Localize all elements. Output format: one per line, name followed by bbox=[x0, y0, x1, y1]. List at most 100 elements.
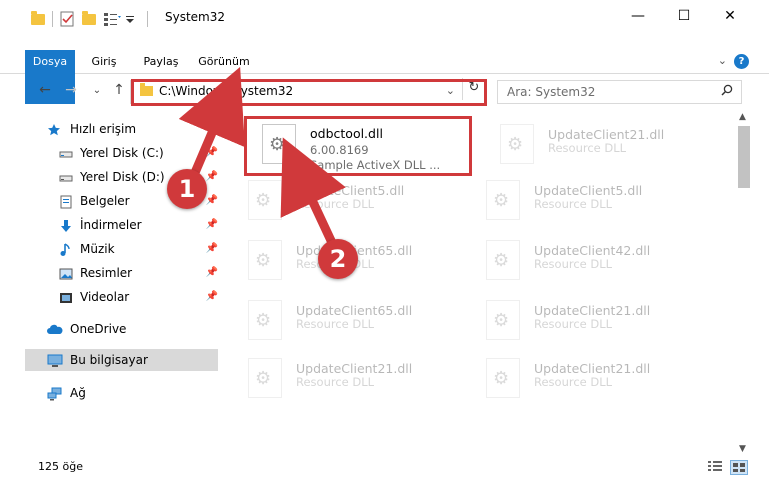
back-arrow-icon[interactable]: ← bbox=[36, 82, 54, 102]
list-item[interactable]: ⚙ UpdateClient21.dll Resource DLL bbox=[232, 352, 452, 406]
sidebar-item-music[interactable]: Müzik 📌 bbox=[25, 238, 218, 260]
file-highlight bbox=[244, 116, 472, 176]
customize-toolbar-icon[interactable] bbox=[125, 11, 141, 27]
sidebar-item-label: Yerel Disk (C:) bbox=[80, 146, 164, 160]
tiles-view-icon[interactable] bbox=[730, 460, 748, 475]
cloud-icon bbox=[47, 322, 63, 336]
file-description: Resource DLL bbox=[534, 317, 613, 331]
expand-ribbon-icon[interactable]: ⌄ bbox=[718, 54, 727, 67]
sidebar-item-label: İndirmeler bbox=[80, 218, 142, 232]
file-description: Resource DLL bbox=[534, 197, 613, 211]
search-input[interactable]: Ara: System32 bbox=[507, 85, 595, 99]
sidebar-item-pictures[interactable]: Resimler 📌 bbox=[25, 262, 218, 284]
pin-icon[interactable]: 📌 bbox=[206, 214, 218, 236]
file-description: Resource DLL bbox=[296, 317, 375, 331]
sidebar-item-label: Hızlı erişim bbox=[70, 122, 137, 136]
step-marker-2: 2 bbox=[318, 239, 358, 279]
list-item[interactable]: ⚙ UpdateClient5.dll Resource DLL bbox=[232, 174, 452, 228]
navigation-pane: Hızlı erişim Yerel Disk (C:) 📌 Yerel Dis… bbox=[25, 118, 218, 448]
pin-icon[interactable]: 📌 bbox=[206, 166, 218, 188]
pin-icon[interactable]: 📌 bbox=[206, 262, 218, 284]
search-icon[interactable] bbox=[721, 84, 733, 99]
music-icon bbox=[59, 242, 73, 256]
sidebar-item-quick-access[interactable]: Hızlı erişim bbox=[25, 118, 218, 140]
sidebar-item-network[interactable]: Ağ bbox=[25, 382, 218, 404]
dll-file-icon: ⚙ bbox=[486, 300, 520, 340]
dll-file-icon: ⚙ bbox=[248, 300, 282, 340]
pictures-icon bbox=[59, 266, 73, 280]
pin-icon[interactable]: 📌 bbox=[206, 286, 218, 308]
file-description: Resource DLL bbox=[296, 375, 375, 389]
file-name: UpdateClient5.dll bbox=[296, 183, 405, 198]
list-item[interactable]: ⚙ UpdateClient5.dll Resource DLL bbox=[470, 174, 690, 228]
maximize-button[interactable]: ☐ bbox=[661, 0, 707, 32]
folder-icon bbox=[30, 11, 46, 27]
title-bar: System32 — ☐ ✕ bbox=[0, 0, 769, 36]
window-title: System32 bbox=[165, 10, 226, 24]
close-button[interactable]: ✕ bbox=[707, 0, 753, 32]
tab-home[interactable]: Giriş bbox=[82, 50, 126, 73]
properties-icon[interactable] bbox=[59, 11, 75, 27]
sidebar-item-onedrive[interactable]: OneDrive bbox=[25, 318, 218, 340]
scroll-up-icon[interactable]: ▲ bbox=[739, 112, 746, 122]
help-button[interactable]: ? bbox=[734, 54, 749, 69]
list-item[interactable]: ⚙ UpdateClient21.dll Resource DLL bbox=[484, 118, 704, 172]
file-name: UpdateClient21.dll bbox=[534, 361, 651, 376]
document-icon bbox=[59, 194, 73, 209]
sidebar-item-label: Resimler bbox=[80, 266, 133, 280]
vertical-scrollbar[interactable]: ▲ ▼ bbox=[737, 112, 751, 456]
sidebar-item-label: Müzik bbox=[80, 242, 115, 256]
pin-icon[interactable]: 📌 bbox=[206, 142, 218, 164]
file-description: Resource DLL bbox=[296, 197, 375, 211]
up-arrow-icon[interactable]: ↑ bbox=[110, 82, 128, 102]
list-item[interactable]: ⚙ UpdateClient21.dll Resource DLL bbox=[470, 352, 690, 406]
new-folder-icon[interactable] bbox=[81, 11, 97, 27]
list-item[interactable]: ⚙ UpdateClient65.dll Resource DLL bbox=[232, 294, 452, 348]
dll-file-icon: ⚙ bbox=[486, 240, 520, 280]
details-view-icon[interactable] bbox=[707, 460, 723, 473]
dll-file-icon: ⚙ bbox=[248, 180, 282, 220]
tab-share[interactable]: Paylaş bbox=[134, 50, 188, 73]
drive-icon bbox=[59, 170, 73, 184]
dll-file-icon: ⚙ bbox=[486, 180, 520, 220]
search-box[interactable]: Ara: System32 bbox=[497, 80, 742, 104]
file-name: UpdateClient21.dll bbox=[296, 361, 413, 376]
download-icon bbox=[59, 218, 73, 232]
star-icon bbox=[47, 122, 61, 136]
recent-locations-icon[interactable]: ⌄ bbox=[90, 85, 104, 105]
pin-icon[interactable]: 📌 bbox=[206, 190, 218, 212]
list-item[interactable]: ⚙ UpdateClient21.dll Resource DLL bbox=[470, 294, 690, 348]
ribbon-tabs: Dosya Giriş Paylaş Görünüm ⌄ ? bbox=[0, 50, 769, 104]
network-icon bbox=[47, 386, 62, 401]
explorer-window: System32 — ☐ ✕ Dosya Giriş Paylaş Görünü… bbox=[0, 0, 769, 503]
file-name: UpdateClient5.dll bbox=[534, 183, 643, 198]
file-description: Resource DLL bbox=[534, 257, 613, 271]
sidebar-item-downloads[interactable]: İndirmeler 📌 bbox=[25, 214, 218, 236]
scroll-down-icon[interactable]: ▼ bbox=[739, 444, 746, 454]
forward-arrow-icon[interactable]: → bbox=[62, 82, 80, 102]
pin-icon[interactable]: 📌 bbox=[206, 238, 218, 260]
dll-file-icon: ⚙ bbox=[500, 124, 534, 164]
sidebar-item-videos[interactable]: Videolar 📌 bbox=[25, 286, 218, 308]
divider bbox=[52, 11, 53, 27]
sidebar-item-local-disk-c[interactable]: Yerel Disk (C:) 📌 bbox=[25, 142, 218, 164]
file-name: UpdateClient42.dll bbox=[534, 243, 651, 258]
file-description: Resource DLL bbox=[548, 141, 627, 155]
drive-icon bbox=[59, 146, 73, 160]
dll-file-icon: ⚙ bbox=[248, 358, 282, 398]
minimize-button[interactable]: — bbox=[615, 0, 661, 32]
divider bbox=[147, 11, 148, 27]
tab-view[interactable]: Görünüm bbox=[190, 50, 258, 73]
status-bar: 125 öğe bbox=[0, 456, 769, 478]
file-name: UpdateClient65.dll bbox=[296, 303, 413, 318]
step-marker-1: 1 bbox=[167, 169, 207, 209]
sidebar-item-label: Yerel Disk (D:) bbox=[80, 170, 165, 184]
address-bar-highlight bbox=[131, 79, 487, 106]
sidebar-item-label: Belgeler bbox=[80, 194, 130, 208]
list-item[interactable]: ⚙ UpdateClient42.dll Resource DLL bbox=[470, 234, 690, 288]
computer-icon bbox=[47, 353, 63, 367]
sidebar-item-this-pc[interactable]: Bu bilgisayar bbox=[25, 349, 218, 371]
scroll-thumb[interactable] bbox=[738, 126, 750, 188]
dll-file-icon: ⚙ bbox=[248, 240, 282, 280]
view-list-icon[interactable] bbox=[103, 11, 121, 27]
